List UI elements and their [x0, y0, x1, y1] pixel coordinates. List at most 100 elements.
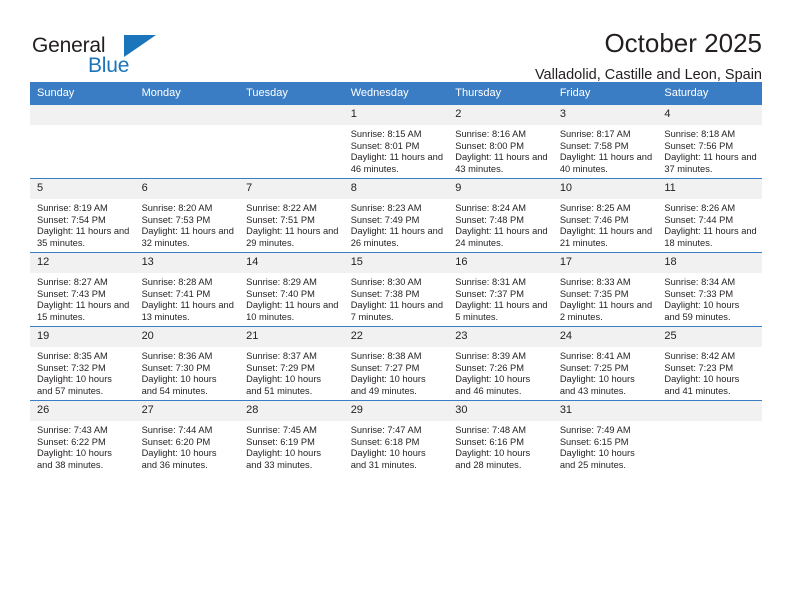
sunset-text: Sunset: 8:00 PM — [455, 140, 524, 151]
calendar-day-cell[interactable]: 30 Sunrise: 7:48 AM Sunset: 6:16 PM Dayligh… — [448, 400, 553, 474]
calendar-day-cell[interactable]: 29 Sunrise: 7:47 AM Sunset: 6:18 PM Dayligh… — [343, 400, 449, 474]
calendar-day-cell[interactable]: 24 Sunrise: 8:41 AM Sunset: 7:25 PM Dayligh… — [552, 326, 658, 401]
sunrise-text: Sunrise: 7:43 AM — [37, 425, 108, 435]
day-number: 17 — [552, 253, 658, 273]
day-number — [657, 401, 762, 421]
calendar-day-cell[interactable]: 13 Sunrise: 8:28 AM Sunset: 7:41 PM Dayligh… — [134, 252, 240, 327]
sunset-text: Sunset: 7:51 PM — [246, 214, 315, 225]
calendar-week-row: 1 Sunrise: 8:15 AM Sunset: 8:01 PM Daylight… — [30, 104, 762, 179]
calendar-day-cell[interactable]: 16 Sunrise: 8:31 AM Sunset: 7:37 PM Dayligh… — [448, 252, 553, 327]
daylight-text: Daylight: 10 hours and 41 minutes. — [664, 374, 740, 396]
sunrise-text: Sunrise: 8:23 AM — [350, 203, 422, 213]
sunrise-text: Sunrise: 8:38 AM — [350, 351, 422, 361]
calendar-day-cell[interactable]: 11 Sunrise: 8:26 AM Sunset: 7:44 PM Dayligh… — [657, 178, 762, 253]
day-sun-info: Sunrise: 8:29 AM Sunset: 7:40 PM Daylight:… — [239, 273, 344, 323]
daylight-text: Daylight: 10 hours and 46 minutes. — [455, 374, 531, 396]
day-sun-info: Sunrise: 8:36 AM Sunset: 7:30 PM Daylight:… — [135, 347, 240, 397]
day-sun-info: Sunrise: 8:24 AM Sunset: 7:48 PM Daylight:… — [448, 199, 553, 249]
calendar-day-cell[interactable]: 25 Sunrise: 8:42 AM Sunset: 7:23 PM Dayligh… — [657, 326, 762, 401]
calendar-day-cell[interactable]: 6 Sunrise: 8:20 AM Sunset: 7:53 PM Daylight… — [134, 178, 240, 253]
calendar-week-row: 19 Sunrise: 8:35 AM Sunset: 7:32 PM Dayligh… — [30, 326, 762, 401]
calendar-day-cell[interactable]: 12 Sunrise: 8:27 AM Sunset: 7:43 PM Dayligh… — [30, 252, 135, 327]
day-sun-info: Sunrise: 8:41 AM Sunset: 7:25 PM Daylight:… — [553, 347, 658, 397]
weekday-header-thursday: Thursday — [448, 82, 553, 105]
sunrise-text: Sunrise: 8:35 AM — [37, 351, 108, 361]
sunset-text: Sunset: 7:41 PM — [141, 288, 211, 299]
day-sun-info: Sunrise: 8:15 AM Sunset: 8:01 PM Daylight:… — [344, 125, 449, 175]
calendar-day-cell[interactable]: 3 Sunrise: 8:17 AM Sunset: 7:58 PM Daylight… — [552, 104, 658, 179]
calendar-day-cell[interactable]: 7 Sunrise: 8:22 AM Sunset: 7:51 PM Daylight… — [239, 178, 344, 253]
sunrise-text: Sunrise: 8:22 AM — [246, 203, 317, 213]
daylight-text: Daylight: 10 hours and 59 minutes. — [664, 300, 740, 322]
calendar-day-cell[interactable]: 22 Sunrise: 8:38 AM Sunset: 7:27 PM Dayligh… — [343, 326, 449, 401]
day-sun-info: Sunrise: 8:35 AM Sunset: 7:32 PM Daylight:… — [30, 347, 135, 397]
calendar-day-cell[interactable]: 9 Sunrise: 8:24 AM Sunset: 7:48 PM Daylight… — [448, 178, 553, 253]
day-sun-info: Sunrise: 7:45 AM Sunset: 6:19 PM Daylight:… — [239, 421, 344, 471]
daylight-text: Daylight: 11 hours and 2 minutes. — [559, 300, 653, 322]
sunrise-text: Sunrise: 8:15 AM — [350, 129, 422, 139]
day-number: 8 — [343, 179, 449, 199]
day-number: 2 — [448, 105, 553, 125]
sunset-text: Sunset: 7:37 PM — [455, 288, 524, 299]
calendar-day-cell[interactable]: 31 Sunrise: 7:49 AM Sunset: 6:15 PM Dayligh… — [552, 400, 658, 474]
calendar-day-cell-empty — [134, 104, 240, 179]
calendar-day-cell[interactable]: 15 Sunrise: 8:30 AM Sunset: 7:38 PM Dayligh… — [343, 252, 449, 327]
day-number: 21 — [239, 327, 344, 347]
calendar-day-cell[interactable]: 20 Sunrise: 8:36 AM Sunset: 7:30 PM Dayligh… — [134, 326, 240, 401]
calendar-day-cell[interactable]: 26 Sunrise: 7:43 AM Sunset: 6:22 PM Dayligh… — [30, 400, 135, 474]
day-sun-info: Sunrise: 8:23 AM Sunset: 7:49 PM Daylight:… — [344, 199, 449, 249]
calendar-day-cell[interactable]: 23 Sunrise: 8:39 AM Sunset: 7:26 PM Dayligh… — [448, 326, 553, 401]
brand-logo[interactable]: General Blue — [30, 28, 210, 88]
calendar-day-cell[interactable]: 28 Sunrise: 7:45 AM Sunset: 6:19 PM Dayligh… — [239, 400, 344, 474]
calendar-day-cell[interactable]: 5 Sunrise: 8:19 AM Sunset: 7:54 PM Daylight… — [30, 178, 135, 253]
day-sun-info: Sunrise: 7:43 AM Sunset: 6:22 PM Daylight:… — [30, 421, 135, 471]
calendar-day-cell[interactable]: 19 Sunrise: 8:35 AM Sunset: 7:32 PM Dayligh… — [30, 326, 135, 401]
sunrise-text: Sunrise: 8:27 AM — [37, 277, 108, 287]
calendar-day-cell[interactable]: 2 Sunrise: 8:16 AM Sunset: 8:00 PM Daylight… — [448, 104, 553, 179]
day-number — [134, 105, 240, 125]
sunrise-text: Sunrise: 8:31 AM — [455, 277, 527, 287]
daylight-text: Daylight: 11 hours and 5 minutes. — [455, 300, 548, 322]
calendar-day-cell[interactable]: 21 Sunrise: 8:37 AM Sunset: 7:29 PM Dayligh… — [239, 326, 344, 401]
day-number: 7 — [239, 179, 344, 199]
calendar-day-cell[interactable]: 8 Sunrise: 8:23 AM Sunset: 7:49 PM Daylight… — [343, 178, 449, 253]
calendar-day-cell[interactable]: 27 Sunrise: 7:44 AM Sunset: 6:20 PM Dayligh… — [134, 400, 240, 474]
calendar-day-cell[interactable]: 17 Sunrise: 8:33 AM Sunset: 7:35 PM Dayligh… — [552, 252, 658, 327]
sunset-text: Sunset: 6:19 PM — [246, 436, 315, 447]
day-number: 28 — [239, 401, 344, 421]
calendar-day-cell[interactable]: 4 Sunrise: 8:18 AM Sunset: 7:56 PM Daylight… — [657, 104, 762, 179]
daylight-text: Daylight: 11 hours and 7 minutes. — [350, 300, 444, 322]
sunset-text: Sunset: 8:01 PM — [350, 140, 420, 151]
weekday-header-saturday: Saturday — [657, 82, 762, 105]
day-sun-info: Sunrise: 7:48 AM Sunset: 6:16 PM Daylight:… — [448, 421, 553, 471]
calendar-body: 1 Sunrise: 8:15 AM Sunset: 8:01 PM Daylight… — [30, 104, 762, 474]
sunrise-text: Sunrise: 8:33 AM — [559, 277, 631, 287]
day-number — [239, 105, 344, 125]
calendar-day-cell[interactable]: 10 Sunrise: 8:25 AM Sunset: 7:46 PM Dayligh… — [552, 178, 658, 253]
day-sun-info: Sunrise: 8:33 AM Sunset: 7:35 PM Daylight:… — [553, 273, 658, 323]
daylight-text: Daylight: 11 hours and 40 minutes. — [559, 152, 653, 174]
daylight-text: Daylight: 10 hours and 25 minutes. — [559, 448, 635, 470]
page-subtitle: Valladolid, Castille and Leon, Spain — [534, 67, 762, 83]
day-number: 23 — [448, 327, 553, 347]
day-number: 4 — [657, 105, 762, 125]
day-number: 31 — [552, 401, 658, 421]
sunrise-text: Sunrise: 8:16 AM — [455, 129, 527, 139]
sunset-text: Sunset: 7:35 PM — [559, 288, 629, 299]
sunrise-text: Sunrise: 8:37 AM — [246, 351, 317, 361]
day-sun-info: Sunrise: 8:34 AM Sunset: 7:33 PM Daylight:… — [657, 273, 762, 323]
calendar-day-cell[interactable]: 14 Sunrise: 8:29 AM Sunset: 7:40 PM Dayligh… — [239, 252, 344, 327]
sunrise-text: Sunrise: 8:24 AM — [455, 203, 527, 213]
calendar-day-cell[interactable]: 1 Sunrise: 8:15 AM Sunset: 8:01 PM Daylight… — [343, 104, 449, 179]
daylight-text: Daylight: 11 hours and 15 minutes. — [37, 300, 130, 322]
day-number: 22 — [343, 327, 449, 347]
sunrise-text: Sunrise: 7:49 AM — [559, 425, 631, 435]
day-number: 18 — [657, 253, 762, 273]
day-number: 26 — [30, 401, 135, 421]
sunrise-sunset-calendar: Sunday Monday Tuesday Wednesday Thursday… — [30, 82, 762, 474]
sunset-text: Sunset: 7:40 PM — [246, 288, 315, 299]
daylight-text: Daylight: 11 hours and 32 minutes. — [141, 226, 234, 248]
day-number: 11 — [657, 179, 762, 199]
daylight-text: Daylight: 10 hours and 43 minutes. — [559, 374, 635, 396]
calendar-day-cell[interactable]: 18 Sunrise: 8:34 AM Sunset: 7:33 PM Dayligh… — [657, 252, 762, 327]
